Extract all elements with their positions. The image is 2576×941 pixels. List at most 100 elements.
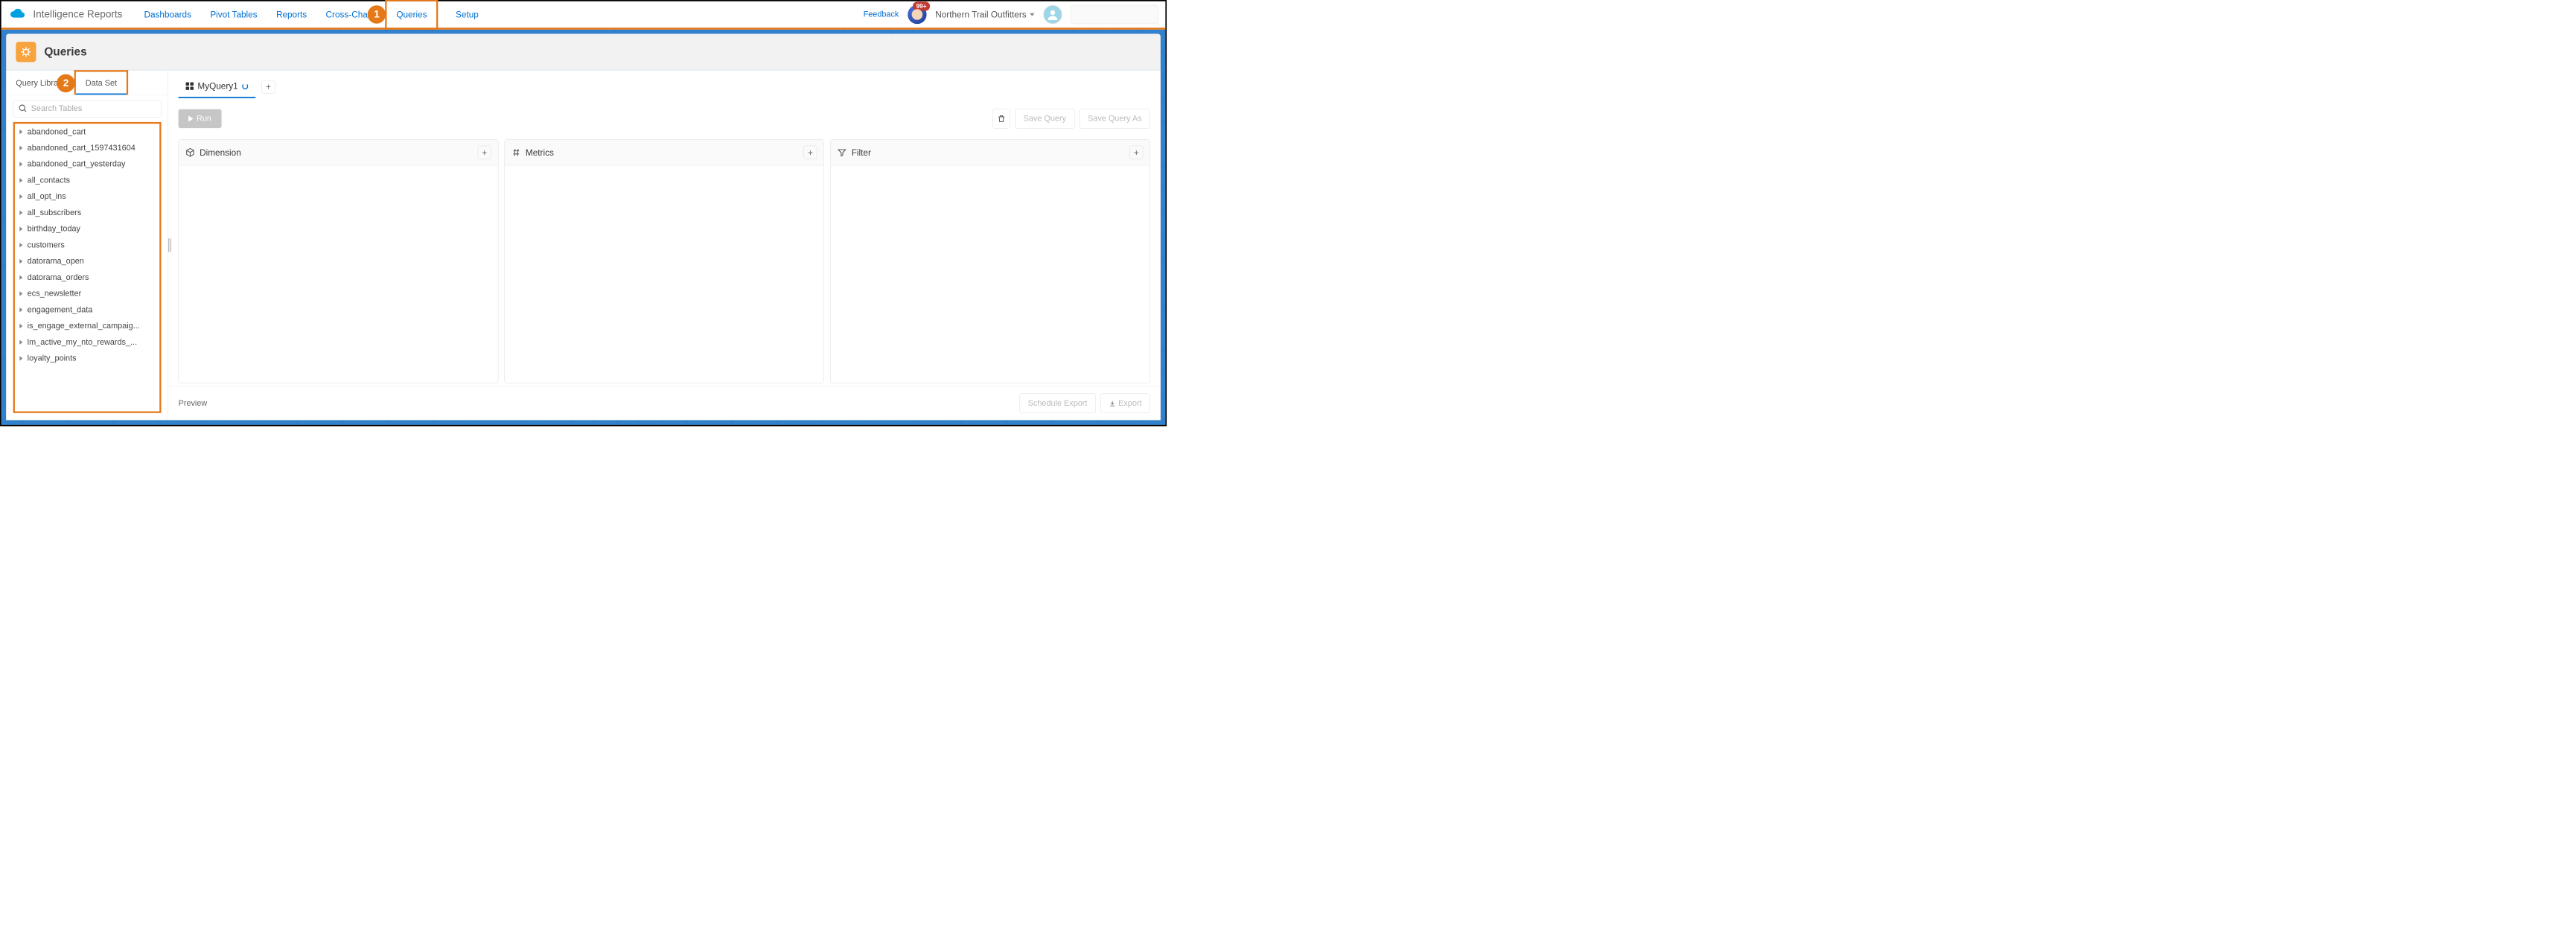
download-icon (1109, 400, 1115, 406)
nav-cross-channel[interactable]: Cross-Cha (325, 9, 369, 19)
search-tables-box (13, 100, 162, 118)
org-name: Northern Trail Outfitters (935, 9, 1026, 19)
table-item[interactable]: all_subscribers (15, 205, 159, 221)
table-item-label: birthday_today (28, 224, 80, 234)
left-sidebar: Query Library 2 Data Set abandoned_carta… (7, 70, 168, 420)
table-item[interactable]: loyalty_points (15, 351, 159, 367)
metrics-drop-area[interactable] (505, 165, 824, 383)
grid-icon (186, 83, 194, 90)
table-item[interactable]: datorama_open (15, 253, 159, 269)
table-item-label: abandoned_cart (28, 127, 86, 137)
chevron-right-icon (19, 291, 22, 296)
user-menu-placeholder[interactable] (1071, 5, 1158, 24)
table-item-label: engagement_data (28, 305, 93, 315)
nav-dashboards[interactable]: Dashboards (143, 9, 193, 19)
table-item-label: loyalty_points (28, 354, 77, 363)
sidebar-splitter[interactable] (168, 235, 172, 255)
table-item-label: abandoned_cart_yesterday (28, 159, 126, 169)
metrics-panel: Metrics + (504, 139, 824, 383)
table-item[interactable]: datorama_orders (15, 269, 159, 286)
nav-queries-label: Queries (396, 9, 427, 19)
user-avatar-icon[interactable] (1043, 5, 1062, 24)
nav-pivot-tables[interactable]: Pivot Tables (209, 9, 259, 19)
search-tables-input[interactable] (31, 103, 156, 113)
page-header: Queries (6, 34, 1161, 70)
table-item[interactable]: customers (15, 237, 159, 253)
query-tab-myquery1[interactable]: MyQuery1 (179, 75, 256, 98)
export-button[interactable]: Export (1100, 394, 1150, 413)
nav-setup[interactable]: Setup (454, 9, 479, 19)
cube-icon (185, 147, 195, 157)
run-button-label: Run (197, 114, 211, 124)
search-icon (18, 103, 28, 113)
filter-panel: Filter + (830, 139, 1150, 383)
callout-1-badge: 1 (368, 5, 386, 23)
table-item-label: ecs_newsletter (28, 289, 81, 299)
nav-reports[interactable]: Reports (275, 9, 308, 19)
add-metric-button[interactable]: + (803, 146, 817, 159)
save-query-button[interactable]: Save Query (1015, 109, 1074, 128)
query-editor: MyQuery1 + Run Save Query (168, 70, 1160, 420)
chevron-right-icon (19, 146, 22, 150)
table-item-label: datorama_open (28, 257, 84, 267)
nav-links: Dashboards Pivot Tables Reports Cross-Ch… (143, 1, 480, 28)
table-item[interactable]: ecs_newsletter (15, 286, 159, 302)
chevron-right-icon (19, 307, 22, 312)
table-item-label: lm_active_my_nto_rewards_... (28, 337, 137, 347)
chevron-right-icon (19, 226, 22, 231)
export-button-label: Export (1118, 398, 1141, 407)
table-item-label: is_engage_external_campaig... (28, 322, 140, 331)
table-item-label: customers (28, 240, 65, 250)
tab-data-set-label: Data Set (86, 79, 117, 88)
table-item[interactable]: birthday_today (15, 221, 159, 237)
add-filter-button[interactable]: + (1129, 146, 1143, 159)
filter-icon (838, 147, 847, 157)
chevron-right-icon (19, 275, 22, 280)
table-item-label: all_contacts (28, 176, 70, 185)
table-item[interactable]: abandoned_cart_1597431604 (15, 140, 159, 156)
add-dimension-button[interactable]: + (478, 146, 491, 159)
chevron-right-icon (19, 340, 22, 345)
table-item[interactable]: all_contacts (15, 172, 159, 188)
table-item[interactable]: engagement_data (15, 302, 159, 318)
astro-avatar-icon[interactable]: 99+ (908, 5, 926, 24)
nav-queries[interactable]: 1 Queries (385, 0, 438, 30)
feedback-link[interactable]: Feedback (864, 10, 899, 19)
chevron-right-icon (19, 162, 22, 166)
table-item[interactable]: abandoned_cart (15, 124, 159, 140)
chevron-right-icon (19, 259, 22, 264)
preview-label: Preview (179, 398, 208, 408)
filter-drop-area[interactable] (831, 165, 1150, 383)
chevron-right-icon (19, 324, 22, 328)
add-query-tab-button[interactable]: + (261, 80, 275, 94)
trash-icon (997, 114, 1006, 124)
query-tab-label: MyQuery1 (197, 81, 237, 92)
filter-label: Filter (852, 147, 871, 158)
table-item[interactable]: lm_active_my_nto_rewards_... (15, 334, 159, 351)
chevron-right-icon (19, 211, 22, 215)
dimension-drop-area[interactable] (179, 165, 498, 383)
table-item[interactable]: all_opt_ins (15, 188, 159, 205)
tables-list[interactable]: abandoned_cart abandoned_cart_1597431604a… (15, 124, 159, 411)
queries-page-icon (16, 42, 36, 62)
table-item[interactable]: abandoned_cart_yesterday (15, 156, 159, 173)
save-query-as-button[interactable]: Save Query As (1080, 109, 1150, 128)
run-button[interactable]: Run (179, 109, 222, 128)
callout-2-badge: 2 (57, 74, 74, 92)
table-item-label: all_opt_ins (28, 192, 66, 202)
tab-data-set[interactable]: 2 Data Set (74, 70, 128, 95)
play-icon (188, 115, 193, 121)
delete-button[interactable] (992, 109, 1010, 128)
loading-spinner-icon (242, 83, 248, 89)
top-nav: Intelligence Reports Dashboards Pivot Ta… (1, 1, 1165, 30)
schedule-export-button[interactable]: Schedule Export (1019, 394, 1095, 413)
app-title: Intelligence Reports (33, 9, 122, 20)
chevron-right-icon (19, 356, 22, 360)
dimension-panel: Dimension + (179, 139, 499, 383)
chevron-right-icon (19, 130, 22, 134)
hash-icon (511, 147, 521, 157)
table-item[interactable]: is_engage_external_campaig... (15, 318, 159, 334)
notification-badge: 99+ (913, 1, 930, 10)
org-picker[interactable]: Northern Trail Outfitters (935, 9, 1034, 19)
salesforce-cloud-icon (8, 7, 27, 21)
